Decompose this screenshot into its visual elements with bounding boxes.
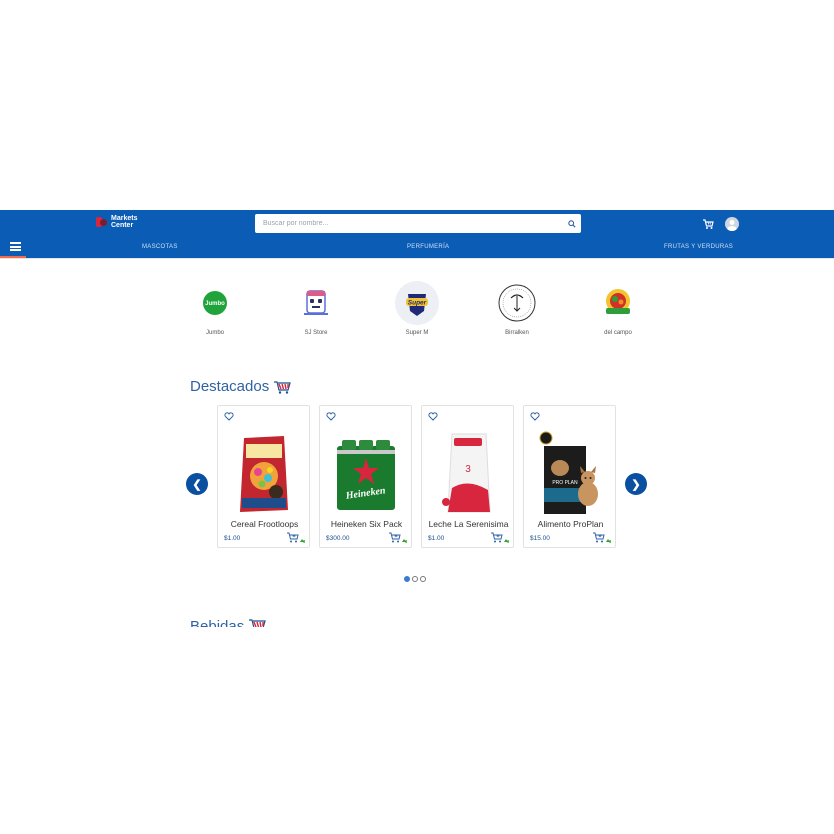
store-name: SJ Store [304, 330, 328, 336]
carousel-dot-2[interactable] [412, 576, 418, 582]
store-del-campo[interactable]: del campo [588, 281, 648, 336]
favorite-heart-icon[interactable] [530, 412, 540, 421]
add-to-cart-icon[interactable] [286, 532, 306, 544]
search-icon [568, 219, 576, 228]
search-bar [255, 214, 581, 233]
favorite-heart-icon[interactable] [326, 412, 336, 421]
section-title-destacados: Destacados [190, 378, 292, 395]
product-price: $15.00 [530, 535, 550, 542]
user-avatar[interactable] [725, 217, 739, 231]
store-birralken[interactable]: Birralken [487, 281, 547, 336]
logo-line2: Center [111, 222, 134, 229]
product-image-leche[interactable]: 3 [434, 428, 502, 518]
super-m-logo-icon: Super [406, 294, 428, 316]
nav-link-mascotas[interactable]: MASCOTAS [142, 244, 178, 250]
logo-line1: Markets [111, 215, 138, 222]
section-title-text: Bebidas [190, 618, 245, 627]
birralken-logo-icon [498, 284, 536, 322]
section-title-text: Destacados [190, 378, 270, 395]
logo-text: Markets Center [111, 215, 137, 229]
shopping-cart-flag-icon [249, 619, 267, 627]
add-to-cart-icon[interactable] [388, 532, 408, 544]
header-divider [0, 258, 834, 259]
svg-text:Jumbo: Jumbo [205, 301, 225, 307]
carousel-next-button[interactable]: ❯ [625, 473, 647, 495]
store-super-m[interactable]: Super Super M [387, 281, 447, 336]
product-name[interactable]: Leche La Serenisima [422, 519, 515, 529]
product-image-heineken[interactable]: Heineken [332, 428, 400, 518]
add-to-cart-icon[interactable] [592, 532, 612, 544]
hamburger-menu-icon[interactable] [10, 242, 21, 251]
user-icon [727, 220, 737, 231]
product-card[interactable]: Cereal Frootloops $1.00 [217, 405, 310, 548]
nav-link-frutas-verduras[interactable]: FRUTAS Y VERDURAS [664, 244, 733, 250]
favorite-heart-icon[interactable] [428, 412, 438, 421]
page: Markets Center Buscar por nombre... MASC… [0, 0, 834, 834]
jumbo-logo-icon: Jumbo [203, 291, 227, 315]
product-image-cereal[interactable] [230, 428, 298, 518]
product-price: $1.00 [428, 535, 445, 542]
product-card[interactable]: Heineken Heineken Six Pack $300.00 [319, 405, 412, 548]
store-name: Birralken [505, 330, 529, 336]
logo[interactable]: Markets Center [96, 215, 137, 229]
sj-store-logo-icon [304, 290, 328, 315]
favorite-heart-icon[interactable] [224, 412, 234, 421]
store-logo [294, 281, 338, 325]
svg-text:Super: Super [408, 300, 427, 307]
svg-text:3: 3 [465, 464, 471, 475]
product-image-proplan[interactable]: PRO PLAN [536, 428, 604, 518]
store-jumbo[interactable]: Jumbo Jumbo [185, 281, 245, 336]
top-navbar: Markets Center Buscar por nombre... MASC… [0, 210, 834, 258]
store-logo: Jumbo [193, 281, 237, 325]
shopping-cart-flag-icon [274, 380, 292, 394]
svg-text:PRO PLAN: PRO PLAN [552, 480, 578, 486]
product-price: $300.00 [326, 535, 350, 542]
section-title-bebidas: Bebidas [190, 618, 267, 627]
store-name: Super M [405, 330, 429, 336]
carousel-pagination [404, 576, 426, 582]
store-logo: Super [395, 281, 439, 325]
product-name[interactable]: Alimento ProPlan [524, 519, 617, 529]
cart-icon[interactable] [702, 218, 714, 230]
search-button[interactable] [563, 214, 581, 233]
store-sj-store[interactable]: SJ Store [286, 281, 346, 336]
nav-link-perfumeria[interactable]: PERFUMERÍA [407, 244, 449, 250]
product-card[interactable]: PRO PLAN Alimento ProPlan $15.00 [523, 405, 616, 548]
product-price: $1.00 [224, 535, 241, 542]
carousel-dot-3[interactable] [420, 576, 426, 582]
product-name[interactable]: Heineken Six Pack [320, 519, 413, 529]
product-name[interactable]: Cereal Frootloops [218, 519, 311, 529]
search-input[interactable] [263, 220, 563, 227]
store-logo [596, 281, 640, 325]
product-card[interactable]: 3 Leche La Serenisima $1.00 [421, 405, 514, 548]
store-name: del campo [604, 330, 632, 336]
store-name: Jumbo [205, 330, 224, 336]
carousel-prev-button[interactable]: ❮ [186, 473, 208, 495]
add-to-cart-icon[interactable] [490, 532, 510, 544]
carousel-dot-1[interactable] [404, 576, 410, 582]
store-logo [495, 281, 539, 325]
logo-icon [96, 216, 108, 228]
del-campo-logo-icon [606, 289, 630, 314]
